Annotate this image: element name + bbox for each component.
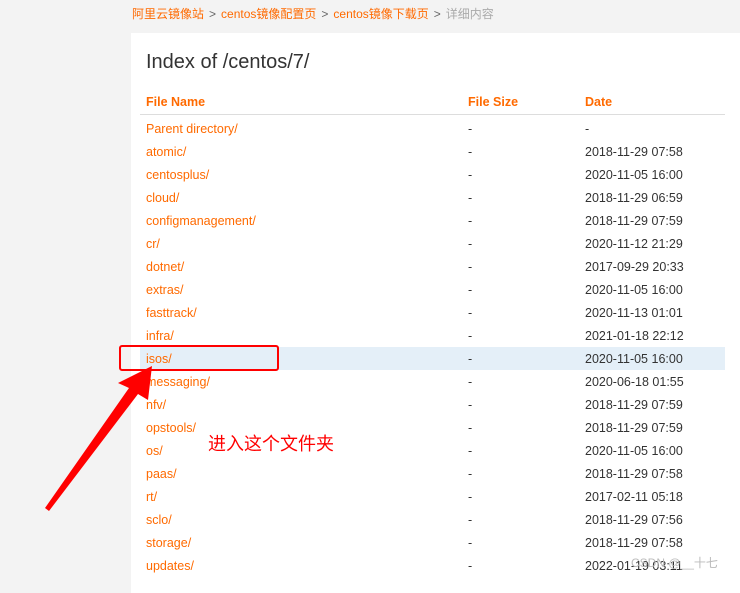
annotation-arrow-icon bbox=[45, 366, 152, 511]
watermark: CSDN @__十七 bbox=[631, 556, 718, 570]
annotation-text: 进入这个文件夹 bbox=[208, 434, 334, 454]
